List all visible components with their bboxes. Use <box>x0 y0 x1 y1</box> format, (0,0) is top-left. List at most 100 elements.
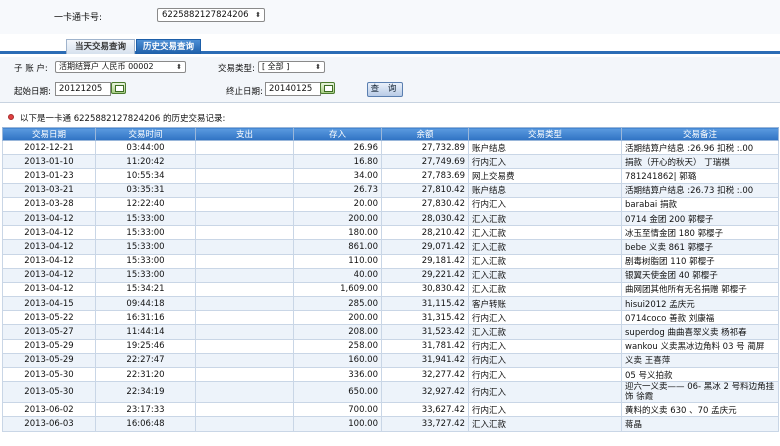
cell-balance: 31,941.42 <box>381 352 469 369</box>
table-row: 2013-04-12 15:33:00 180.00 28,210.42 汇入汇款 冰玉至… <box>2 225 779 241</box>
col-header-date: 交易日期 <box>2 127 96 141</box>
cell-date: 2013-06-03 <box>2 416 96 432</box>
cell-balance: 29,221.42 <box>381 267 469 283</box>
cell-debit <box>195 296 294 312</box>
col-header-credit: 存入 <box>293 127 382 141</box>
cell-type: 行内汇入 <box>468 310 622 326</box>
info-suffix: 的历史交易记录: <box>162 114 226 124</box>
col-header-type: 交易类型 <box>468 127 622 141</box>
cell-type: 汇入汇款 <box>468 225 622 241</box>
cell-time: 12:22:40 <box>95 196 196 212</box>
cell-balance: 31,523.42 <box>381 324 469 340</box>
query-button[interactable]: 查 询 <box>367 82 403 97</box>
cell-credit: 336.00 <box>293 366 382 383</box>
cell-time: 09:44:18 <box>95 296 196 312</box>
table-row: 2013-03-21 03:35:31 26.73 27,810.42 账户结息 活期结算… <box>2 182 779 198</box>
cell-balance: 27,732.89 <box>381 139 469 156</box>
cell-balance: 27,749.69 <box>381 154 469 170</box>
table-row: 2013-04-15 09:44:18 285.00 31,115.42 客户转账 his… <box>2 296 779 312</box>
cell-credit: 700.00 <box>293 402 382 418</box>
cell-balance: 33,727.42 <box>381 416 469 432</box>
table-row: 2013-05-30 22:34:19 650.00 32,927.42 行内汇入 迎六一… <box>2 381 779 404</box>
tab-today-query[interactable]: 当天交易查询 <box>66 39 135 54</box>
cell-credit: 180.00 <box>293 225 382 241</box>
cell-balance: 31,115.42 <box>381 296 469 312</box>
col-header-remark: 交易备注 <box>621 127 779 141</box>
cell-credit: 285.00 <box>293 296 382 312</box>
cell-date: 2013-01-10 <box>2 154 96 170</box>
history-info: 以下是一卡通 6225882127824206 的历史交易记录: <box>8 112 225 124</box>
cell-date: 2013-01-23 <box>2 168 96 184</box>
cell-debit <box>195 225 294 241</box>
calendar-icon[interactable] <box>320 82 335 94</box>
txn-type-select[interactable]: [ 全部 ] ⬍ <box>258 61 325 73</box>
cell-time: 10:55:34 <box>95 168 196 184</box>
end-date-label: 终止日期: <box>226 87 263 97</box>
table-row: 2013-04-12 15:33:00 861.00 29,071.42 汇入汇款 beb… <box>2 239 779 255</box>
cell-balance: 32,277.42 <box>381 366 469 383</box>
cell-remark: hisui2012 孟庆元 <box>621 296 779 312</box>
cell-date: 2013-05-29 <box>2 352 96 369</box>
cell-remark: 0714 金团 200 郭樱子 <box>621 210 779 227</box>
cell-date: 2013-04-15 <box>2 296 96 312</box>
cell-time: 15:33:00 <box>95 253 196 269</box>
cell-credit: 26.96 <box>293 139 382 156</box>
cell-time: 11:20:42 <box>95 154 196 170</box>
tab-history-query[interactable]: 历史交易查询 <box>136 39 201 54</box>
cell-balance: 31,781.42 <box>381 338 469 354</box>
table-row: 2013-01-23 10:55:34 34.00 27,783.69 网上交易费 781… <box>2 168 779 184</box>
cell-type: 汇入汇款 <box>468 267 622 283</box>
cell-remark: 迎六一义卖—— 06- 黑冰 2 号料边角挂饰 徐霞 <box>621 381 779 404</box>
cell-type: 汇入汇款 <box>468 253 622 269</box>
end-date-input[interactable]: 20140125 <box>265 82 321 96</box>
calendar-icon[interactable] <box>111 82 126 94</box>
cell-debit <box>195 239 294 255</box>
cell-remark: 活期结算户结息 :26.96 扣税 :.00 <box>621 139 779 156</box>
cell-remark: 义卖 王喜萍 <box>621 352 779 369</box>
sub-account-select[interactable]: 活期结算户 人民币 00002 ⬍ <box>55 61 186 73</box>
cell-debit <box>195 338 294 354</box>
cell-type: 行内汇入 <box>468 196 622 212</box>
bullet-icon <box>8 114 14 120</box>
cell-type: 网上交易费 <box>468 168 622 184</box>
table-row: 2013-05-29 19:25:46 258.00 31,781.42 行内汇入 wan… <box>2 338 779 354</box>
cell-remark: 781241862| 郭璐 <box>621 168 779 184</box>
cell-debit <box>195 281 294 298</box>
cell-balance: 31,315.42 <box>381 310 469 326</box>
sub-account-value: 活期结算户 人民币 00002 <box>59 62 154 71</box>
cell-type: 汇入汇款 <box>468 416 622 432</box>
cell-date: 2013-03-21 <box>2 182 96 198</box>
cell-remark: bebe 义卖 861 郭樱子 <box>621 239 779 255</box>
cell-debit <box>195 310 294 326</box>
cell-debit <box>195 182 294 198</box>
cell-type: 汇入汇款 <box>468 210 622 227</box>
start-date-input[interactable]: 20121205 <box>55 82 111 96</box>
cell-credit: 208.00 <box>293 324 382 340</box>
cell-remark: 捐款（开心的秋天） 丁瑞祺 <box>621 154 779 170</box>
table-row: 2013-04-12 15:33:00 40.00 29,221.42 汇入汇款 银翼天使… <box>2 267 779 283</box>
cell-balance: 27,830.42 <box>381 196 469 212</box>
card-number-value: 6225882127824206 <box>162 10 249 20</box>
cell-remark: 活期结算户结息 :26.73 扣税 :.00 <box>621 182 779 198</box>
table-row: 2013-06-02 23:17:33 700.00 33,627.42 行内汇入 黄料的… <box>2 402 779 418</box>
cell-credit: 100.00 <box>293 416 382 432</box>
cell-type: 行内汇入 <box>468 381 622 404</box>
cell-time: 15:33:00 <box>95 210 196 227</box>
cell-date: 2013-04-12 <box>2 281 96 298</box>
card-number-label: 一卡通卡号: <box>54 13 103 23</box>
cell-date: 2013-05-30 <box>2 381 96 404</box>
cell-debit <box>195 352 294 369</box>
cell-type: 行内汇入 <box>468 352 622 369</box>
txn-type-value: [ 全部 ] <box>262 62 290 71</box>
cell-time: 15:33:00 <box>95 267 196 283</box>
cell-debit <box>195 416 294 432</box>
table-row: 2013-06-03 16:06:48 100.00 33,727.42 汇入汇款 蒋晶 <box>2 416 779 432</box>
cell-balance: 29,071.42 <box>381 239 469 255</box>
cell-debit <box>195 381 294 404</box>
cell-time: 19:25:46 <box>95 338 196 354</box>
cell-debit <box>195 139 294 156</box>
cell-debit <box>195 324 294 340</box>
cell-time: 15:33:00 <box>95 239 196 255</box>
cell-balance: 27,783.69 <box>381 168 469 184</box>
card-number-select[interactable]: 6225882127824206 ⬍ <box>157 8 265 22</box>
